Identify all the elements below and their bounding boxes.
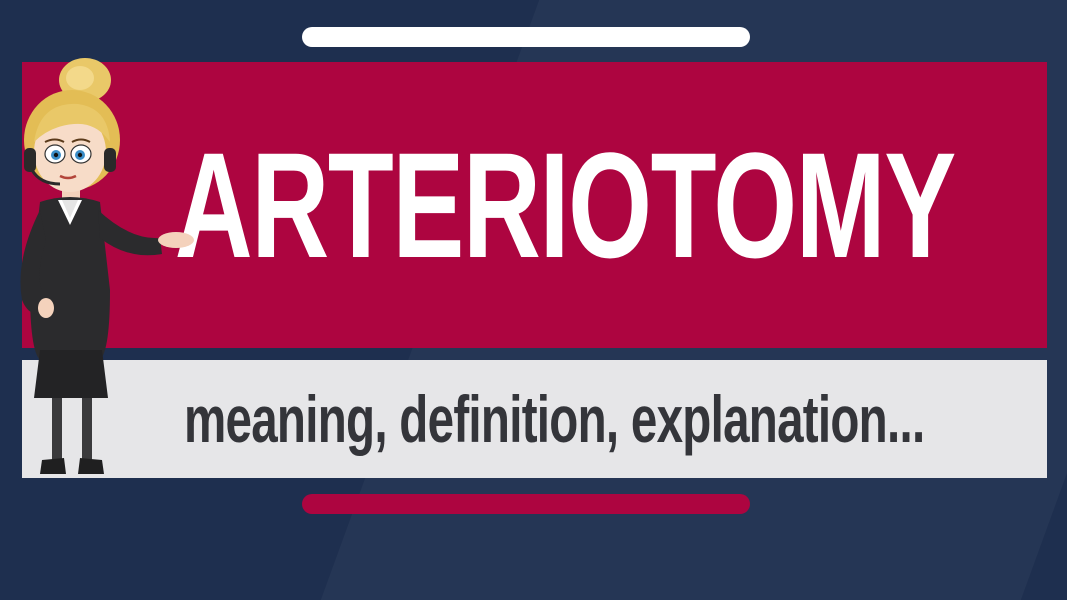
top-decorative-pill: [302, 27, 750, 47]
cartoon-woman-with-headset-icon: [20, 58, 194, 474]
title-word: ARTERIOTOMY: [174, 121, 956, 289]
subtitle-text: meaning, definition, explanation...: [184, 382, 925, 456]
bottom-decorative-pill: [302, 494, 750, 514]
